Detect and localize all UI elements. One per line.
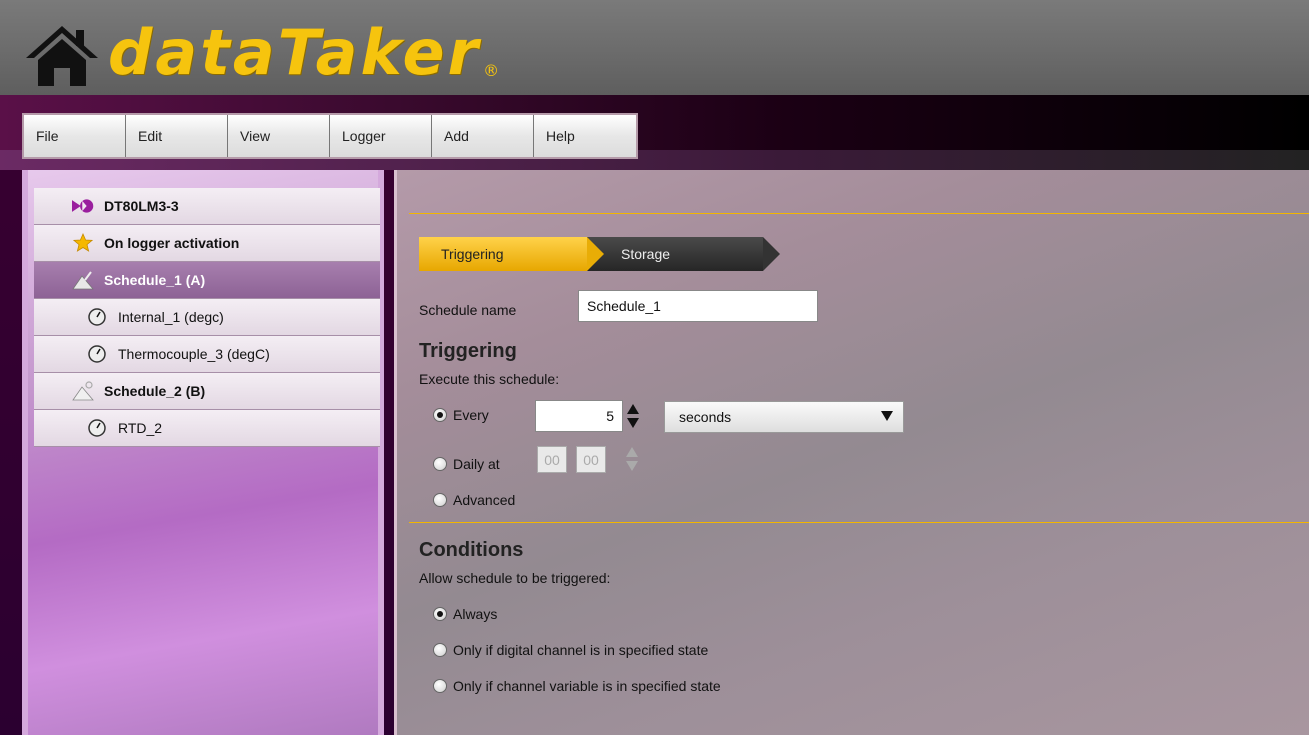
schedule-icon (72, 380, 94, 402)
menu-view[interactable]: View (228, 115, 330, 157)
tree-item-label: Schedule_1 (A) (104, 272, 206, 288)
datataker-logo-icon (72, 195, 94, 217)
radio-always[interactable]: Always (433, 606, 497, 622)
menu-help[interactable]: Help (534, 115, 636, 157)
schedule-name-label: Schedule name (419, 302, 517, 318)
divider (409, 522, 1309, 523)
tree-item-schedule-1[interactable]: Schedule_1 (A) (34, 262, 380, 299)
menu-logger[interactable]: Logger (330, 115, 432, 157)
spinner-arrows-icon (627, 404, 639, 428)
unit-select[interactable]: seconds (664, 401, 904, 433)
radio-dot (433, 408, 447, 422)
tree-item-schedule-2[interactable]: Schedule_2 (B) (34, 373, 380, 410)
radio-dot (433, 457, 447, 471)
program-tree: DT80LM3-3 On logger activation Schedule_… (34, 188, 380, 447)
radio-every[interactable]: Every (433, 407, 489, 423)
spinner-arrows-icon (626, 447, 638, 471)
radio-daily-label: Daily at (453, 456, 500, 472)
daily-spinner[interactable] (624, 444, 640, 474)
datataker-logo: dataTaker ® (22, 10, 499, 90)
gauge-icon (86, 306, 108, 328)
daily-minute-input[interactable]: 00 (576, 446, 606, 473)
radio-daily[interactable]: Daily at (433, 456, 500, 472)
tree-item-label: Internal_1 (degc) (118, 309, 224, 325)
radio-every-label: Every (453, 407, 489, 423)
radio-advanced-label: Advanced (453, 492, 516, 508)
tree-item-on-activation[interactable]: On logger activation (34, 225, 380, 262)
radio-digital-state[interactable]: Only if digital channel is in specified … (433, 642, 708, 658)
triggering-heading: Triggering (419, 340, 517, 362)
tree-item-label: Thermocouple_3 (degC) (118, 346, 270, 362)
radio-dot (433, 643, 447, 657)
schedule-editor-panel: Triggering Storage Schedule name Schedul… (394, 170, 1309, 735)
tree-item-label: RTD_2 (118, 420, 163, 436)
conditions-heading: Conditions (419, 539, 524, 561)
allow-label: Allow schedule to be triggered: (419, 570, 611, 586)
gauge-icon (86, 417, 108, 439)
tree-item-logger[interactable]: DT80LM3-3 (34, 188, 380, 225)
menu-add[interactable]: Add (432, 115, 534, 157)
schedule-icon (72, 269, 94, 291)
registered-mark: ® (483, 61, 500, 80)
every-spinner[interactable] (625, 401, 641, 431)
radio-always-label: Always (453, 606, 498, 622)
divider (409, 213, 1309, 214)
brand-name: dataTaker (108, 16, 482, 89)
tree-item-label: DT80LM3-3 (104, 198, 179, 214)
unit-select-value: seconds (679, 409, 732, 425)
tree-item-label: On logger activation (104, 235, 240, 251)
radio-variable-label: Only if channel variable is in specified… (453, 678, 721, 694)
every-value-input[interactable]: 5 (535, 400, 623, 432)
tree-item-internal-1[interactable]: Internal_1 (degc) (34, 299, 380, 336)
star-icon (72, 232, 94, 254)
chevron-down-icon (881, 411, 893, 421)
home-icon[interactable] (22, 20, 102, 90)
gauge-icon (86, 343, 108, 365)
radio-digital-label: Only if digital channel is in specified … (453, 642, 709, 658)
app-header: dataTaker ® (0, 0, 1309, 95)
radio-dot (433, 607, 447, 621)
menu-bar: File Edit View Logger Add Help (22, 113, 638, 159)
menu-file[interactable]: File (24, 115, 126, 157)
step-triggering[interactable]: Triggering (419, 237, 604, 271)
radio-dot (433, 679, 447, 693)
schedule-name-input[interactable]: Schedule_1 (578, 290, 818, 322)
tree-item-thermocouple-3[interactable]: Thermocouple_3 (degC) (34, 336, 380, 373)
tree-item-rtd-2[interactable]: RTD_2 (34, 410, 380, 447)
wizard-steps: Triggering Storage (419, 237, 780, 271)
step-storage[interactable]: Storage (587, 237, 780, 271)
menu-edit[interactable]: Edit (126, 115, 228, 157)
execute-label: Execute this schedule: (419, 371, 560, 387)
left-panel: DT80LM3-3 On logger activation Schedule_… (22, 170, 384, 735)
tree-item-label: Schedule_2 (B) (104, 383, 206, 399)
radio-advanced[interactable]: Advanced (433, 492, 515, 508)
daily-hour-input[interactable]: 00 (537, 446, 567, 473)
radio-dot (433, 493, 447, 507)
radio-variable-state[interactable]: Only if channel variable is in specified… (433, 678, 721, 694)
